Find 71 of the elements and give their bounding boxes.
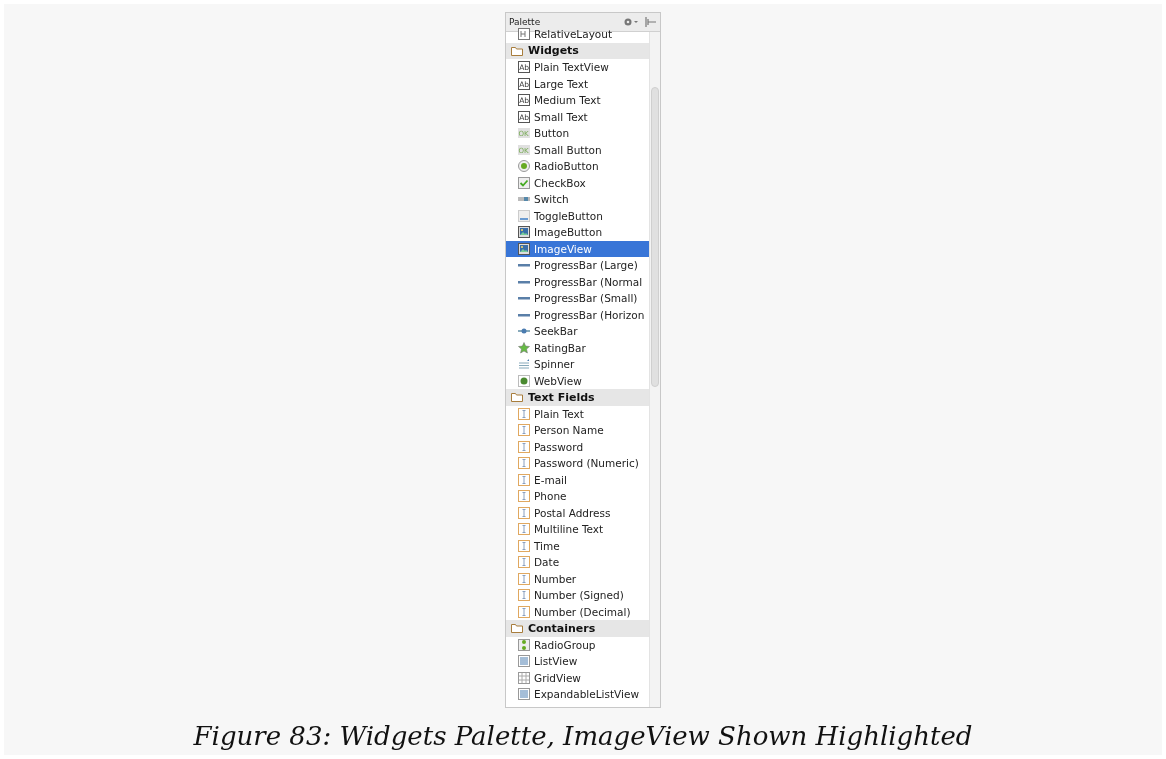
palette-item[interactable]: Postal Address: [506, 504, 649, 521]
palette-item[interactable]: CheckBox: [506, 174, 649, 191]
text-field-icon: [518, 424, 530, 437]
palette-item[interactable]: ProgressBar (Small): [506, 290, 649, 307]
folder-icon: [511, 623, 523, 634]
palette-item[interactable]: Date: [506, 554, 649, 571]
category-title: Containers: [528, 621, 596, 635]
text-field-icon: [518, 589, 530, 602]
text-field-icon: [518, 523, 530, 536]
scrollbar[interactable]: [649, 32, 660, 707]
panel-title: Palette: [509, 17, 542, 27]
palette-item[interactable]: Multiline Text: [506, 521, 649, 538]
text-field-icon: [518, 473, 530, 486]
text-field-icon: [518, 407, 530, 420]
palette-item[interactable]: Number (Signed): [506, 587, 649, 604]
palette-item[interactable]: E-mail: [506, 471, 649, 488]
text-field-icon: [518, 440, 530, 453]
palette-item[interactable]: RadioButton: [506, 158, 649, 175]
folder-icon: [511, 45, 523, 56]
pin-icon[interactable]: [645, 17, 657, 27]
palette-item[interactable]: Password (Numeric): [506, 455, 649, 472]
palette-item[interactable]: ImageView: [506, 240, 649, 257]
palette-item[interactable]: Number: [506, 570, 649, 587]
palette-item[interactable]: Phone: [506, 488, 649, 505]
palette-item[interactable]: Plain Text: [506, 405, 649, 422]
category-header[interactable]: Containers: [506, 620, 649, 637]
palette-item[interactable]: Time: [506, 537, 649, 554]
folder-icon: [511, 392, 523, 403]
palette-item[interactable]: GridView: [506, 669, 649, 686]
category-title: Text Fields: [528, 390, 595, 404]
settings-icon[interactable]: [623, 17, 639, 27]
palette-item[interactable]: ProgressBar (Large): [506, 257, 649, 274]
palette-item[interactable]: RelativeLayout: [506, 26, 649, 43]
text-field-icon: [518, 506, 530, 519]
category-title: Widgets: [528, 44, 579, 58]
palette-item[interactable]: ProgressBar (Horizon: [506, 306, 649, 323]
figure-caption: Figure 83: Widgets Palette, ImageView Shown Highlighted: [193, 721, 973, 751]
category-header[interactable]: Text Fields: [506, 389, 649, 406]
image-icon: [518, 226, 530, 239]
grid-icon: [518, 671, 530, 684]
text-field-icon: [518, 556, 530, 569]
palette-item[interactable]: ToggleButton: [506, 207, 649, 224]
palette-item[interactable]: RadioGroup: [506, 636, 649, 653]
palette-item[interactable]: WebView: [506, 372, 649, 389]
category-header[interactable]: Widgets: [506, 42, 649, 59]
palette-item[interactable]: ImageButton: [506, 224, 649, 241]
text-field-icon: [518, 539, 530, 552]
image-icon: [518, 242, 530, 255]
list-icon: [518, 655, 530, 668]
palette-item[interactable]: Spinner: [506, 356, 649, 373]
palette-item[interactable]: Password: [506, 438, 649, 455]
toggle-icon: [518, 209, 530, 222]
checkbox-icon: [518, 176, 530, 189]
palette-item[interactable]: ProgressBar (Normal: [506, 273, 649, 290]
palette-item[interactable]: Number (Decimal): [506, 603, 649, 620]
palette-item[interactable]: Switch: [506, 191, 649, 208]
palette-item[interactable]: Person Name: [506, 422, 649, 439]
layout-icon: [518, 28, 530, 41]
palette-item[interactable]: ExpandableListView: [506, 686, 649, 703]
star-icon: [518, 341, 530, 354]
palette-item[interactable]: ListView: [506, 653, 649, 670]
radio-icon: [518, 160, 530, 173]
list-icon: [518, 688, 530, 701]
text-field-icon: [518, 605, 530, 618]
spinner-icon: [518, 358, 530, 371]
text-field-icon: [518, 490, 530, 503]
palette-item[interactable]: SeekBar: [506, 323, 649, 340]
radio-group-icon: [518, 638, 530, 651]
palette-item[interactable]: RatingBar: [506, 339, 649, 356]
text-field-icon: [518, 457, 530, 470]
text-field-icon: [518, 572, 530, 585]
